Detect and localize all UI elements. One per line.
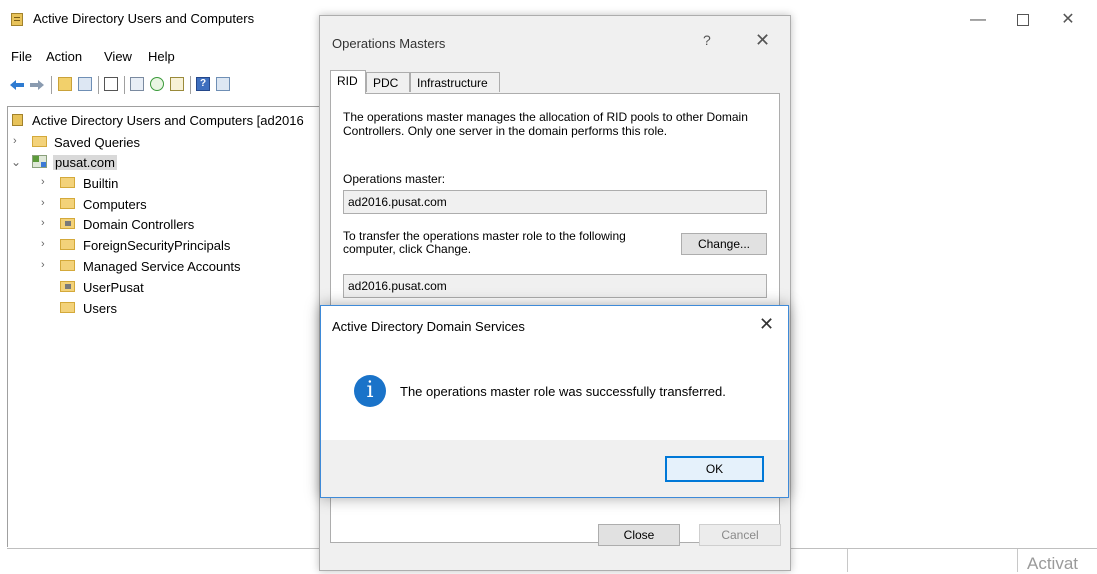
window-title: Active Directory Users and Computers bbox=[33, 11, 255, 26]
chevron-right-icon[interactable]: › bbox=[41, 238, 51, 250]
folder-icon bbox=[60, 260, 75, 271]
tab-infrastructure[interactable]: Infrastructure bbox=[410, 72, 500, 92]
tree-root-label: Active Directory Users and Computers [ad… bbox=[32, 113, 304, 128]
tree-item-label: Builtin bbox=[83, 176, 119, 191]
chevron-right-icon[interactable]: › bbox=[41, 176, 51, 188]
chevron-down-icon[interactable]: ⌄ bbox=[11, 155, 21, 169]
info-icon: i bbox=[354, 375, 386, 407]
back-arrow-icon[interactable] bbox=[10, 79, 24, 90]
help-button[interactable]: ? bbox=[703, 32, 711, 48]
menu-help[interactable]: Help bbox=[148, 49, 175, 64]
message-box: Active Directory Domain Services ✕ i The… bbox=[320, 305, 789, 498]
chevron-right-icon[interactable]: › bbox=[13, 135, 23, 147]
toolbar-separator bbox=[124, 76, 125, 94]
tree-item-label: Domain Controllers bbox=[83, 217, 195, 232]
folder-icon bbox=[60, 302, 75, 313]
chevron-right-icon[interactable]: › bbox=[41, 217, 51, 229]
folder-icon bbox=[60, 198, 75, 209]
folder-icon bbox=[60, 239, 75, 250]
tree-item-label: Saved Queries bbox=[54, 135, 140, 150]
message-box-title: Active Directory Domain Services bbox=[332, 319, 525, 334]
toolbar-separator bbox=[98, 76, 99, 94]
dialog-title: Operations Masters bbox=[332, 36, 446, 51]
transfer-instructions: To transfer the operations master role t… bbox=[343, 229, 626, 256]
toolbar-separator bbox=[51, 76, 52, 94]
role-description: The operations master manages the alloca… bbox=[343, 110, 748, 138]
cancel-button[interactable]: Cancel bbox=[699, 524, 781, 546]
ok-button[interactable]: OK bbox=[665, 456, 764, 482]
tree-item-label: UserPusat bbox=[83, 280, 144, 295]
maximize-button[interactable] bbox=[1003, 8, 1043, 32]
tree-item-label: pusat.com bbox=[53, 155, 117, 170]
up-folder-icon[interactable] bbox=[58, 77, 72, 91]
operations-master-label: Operations master: bbox=[343, 172, 446, 186]
tree-item-label: Managed Service Accounts bbox=[83, 259, 241, 274]
activation-watermark: Activat bbox=[1027, 554, 1079, 573]
tree-item-label: ForeignSecurityPrincipals bbox=[83, 238, 231, 253]
tree-item-label: Users bbox=[83, 301, 117, 316]
help-icon[interactable]: ? bbox=[196, 77, 210, 91]
ou-folder-icon bbox=[60, 218, 75, 229]
message-text: The operations master role was successfu… bbox=[400, 384, 726, 399]
status-divider bbox=[847, 549, 848, 572]
tree-item-label: Computers bbox=[83, 197, 147, 212]
operations-master-field[interactable]: ad2016.pusat.com bbox=[343, 190, 767, 214]
close-icon[interactable]: ✕ bbox=[755, 30, 770, 51]
tab-pdc[interactable]: PDC bbox=[366, 72, 410, 92]
minimize-button[interactable]: — bbox=[958, 8, 998, 32]
chevron-right-icon[interactable]: › bbox=[41, 259, 51, 271]
change-button[interactable]: Change... bbox=[681, 233, 767, 255]
folder-icon bbox=[60, 177, 75, 188]
message-box-footer: OK bbox=[321, 440, 788, 497]
toolbar: ? bbox=[10, 75, 330, 95]
show-action-pane-icon[interactable] bbox=[216, 77, 230, 91]
status-divider bbox=[1017, 549, 1018, 572]
refresh-icon[interactable] bbox=[150, 77, 164, 91]
aduc-icon bbox=[12, 114, 23, 126]
menu-action[interactable]: Action bbox=[46, 49, 82, 64]
maximize-icon bbox=[1017, 13, 1029, 26]
folder-icon bbox=[32, 136, 47, 147]
toolbar-separator bbox=[190, 76, 191, 94]
export-list-icon[interactable] bbox=[170, 77, 184, 91]
target-computer-field[interactable]: ad2016.pusat.com bbox=[343, 274, 767, 298]
close-icon[interactable]: ✕ bbox=[759, 314, 774, 335]
ou-folder-icon bbox=[60, 281, 75, 292]
aduc-app-icon bbox=[11, 13, 23, 26]
show-hide-tree-icon[interactable] bbox=[78, 77, 92, 91]
close-button[interactable]: Close bbox=[598, 524, 680, 546]
forward-arrow-icon[interactable] bbox=[30, 79, 44, 90]
properties-icon[interactable] bbox=[130, 77, 144, 91]
chevron-right-icon[interactable]: › bbox=[41, 197, 51, 209]
tab-rid[interactable]: RID bbox=[330, 70, 366, 94]
close-window-button[interactable]: ✕ bbox=[1048, 8, 1088, 32]
domain-icon bbox=[32, 155, 47, 168]
menu-file[interactable]: File bbox=[11, 49, 32, 64]
clipboard-icon[interactable] bbox=[104, 77, 118, 91]
console-tree: Active Directory Users and Computers [ad… bbox=[7, 106, 328, 547]
menu-view[interactable]: View bbox=[104, 49, 132, 64]
